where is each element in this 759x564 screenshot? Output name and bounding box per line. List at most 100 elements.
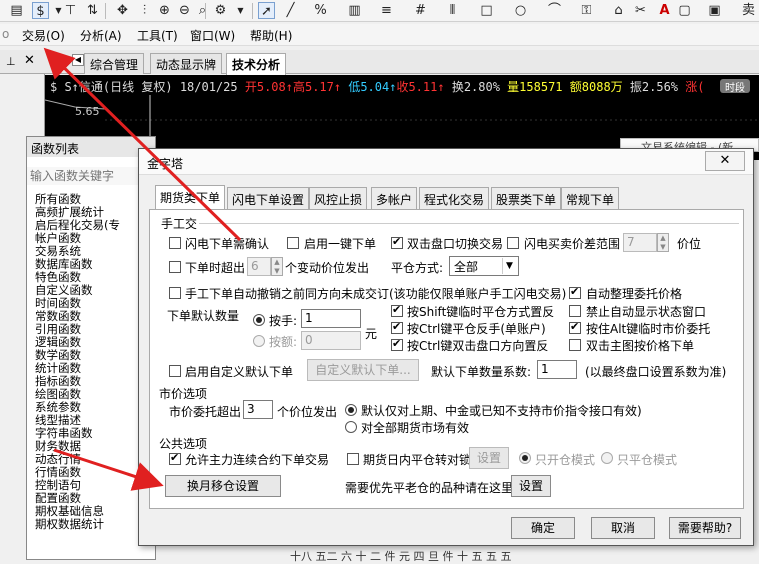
menu-window[interactable]: 窗口(W) [190, 27, 235, 44]
ctrl-dblclick-checkbox[interactable] [391, 337, 403, 351]
lightning-range-label: 闪电买卖价差范围 [524, 237, 621, 251]
by-hand-input[interactable]: 1 [301, 309, 361, 328]
zoom-in-icon[interactable]: ⊕ [156, 2, 173, 19]
help-button[interactable]: 需要帮助? [669, 517, 741, 539]
gantt-icon[interactable]: ≡ [378, 2, 395, 19]
home-icon[interactable]: ⌂ [610, 2, 627, 19]
timeout-checkbox[interactable] [169, 261, 181, 273]
auto-arrange-checkbox[interactable] [569, 285, 581, 299]
alt-market-checkbox[interactable] [569, 320, 581, 334]
sell-icon[interactable]: ▣ [706, 2, 723, 19]
vertical-lines-icon[interactable]: ⦀ [444, 2, 461, 19]
document-icon[interactable]: ▤ [8, 2, 25, 19]
market-recent-label: 默认仅对上期、中金或已知不支持市价指令接口有效) [361, 404, 642, 418]
menu-help[interactable]: 帮助(H) [250, 27, 292, 44]
close-mode-select[interactable]: 全部 ▼ [449, 256, 519, 276]
custom-default-checkbox[interactable] [169, 365, 181, 377]
ok-button[interactable]: 确定 [511, 517, 575, 539]
allow-main-checkbox[interactable] [169, 451, 181, 465]
custom-default-button[interactable]: 自定义默认下单... [307, 359, 419, 381]
lightning-range-input[interactable]: 7 [623, 233, 657, 252]
tab-overview[interactable]: 综合管理 [84, 53, 145, 74]
low-price: 低5.04↑ [348, 80, 397, 94]
frame-icon[interactable]: ▢ [676, 2, 693, 19]
zoom-out-icon[interactable]: ⊖ [176, 2, 193, 19]
market-exceed-input[interactable]: 3 [243, 400, 273, 419]
function-search-input[interactable] [27, 167, 155, 185]
grid-icon[interactable]: # [412, 2, 429, 19]
market-all-radio[interactable] [345, 421, 357, 433]
settings-icon[interactable]: ⚙ [212, 2, 229, 19]
rect-icon[interactable]: □ [478, 2, 495, 19]
open-mode-radio[interactable] [519, 452, 531, 464]
tab-scroll-left-icon[interactable]: ◀ [72, 54, 84, 66]
priority-setting-button[interactable]: 设置 [511, 475, 551, 497]
chart-mode-badge[interactable]: 时段 [720, 79, 750, 94]
menu-overflow[interactable]: o [2, 27, 9, 41]
close-panel-icon[interactable]: ✕ [24, 53, 35, 68]
menu-trade[interactable]: 交易(O) [22, 27, 65, 44]
circle-icon[interactable]: ○ [512, 2, 529, 19]
line-draw-icon[interactable]: ╱ [282, 2, 299, 19]
columns-icon[interactable]: ▥ [346, 2, 363, 19]
percent-icon[interactable]: % [312, 2, 329, 19]
timeout-input[interactable]: 6 [247, 257, 271, 276]
tab-multi-account[interactable]: 多帐户 [371, 187, 418, 209]
text-icon[interactable]: ⌒ [546, 2, 563, 19]
chevron-down-icon[interactable]: ▼ [232, 2, 249, 19]
dblclick-main-checkbox[interactable] [569, 339, 581, 351]
tab-program-trading[interactable]: 程式化交易 [419, 187, 490, 209]
shift-close-checkbox[interactable] [391, 303, 403, 317]
cursor-bar-icon[interactable]: ⫶ [136, 2, 153, 19]
lock-icon[interactable]: ⚿ [578, 2, 595, 19]
timeout-spinner[interactable]: ▲ ▼ [271, 257, 283, 276]
qty-factor-input[interactable]: 1 [537, 360, 577, 379]
menu-analysis[interactable]: 分析(A) [80, 27, 122, 44]
lightning-range-checkbox[interactable] [507, 237, 519, 249]
auto-cancel-checkbox[interactable] [169, 287, 181, 299]
amplitude: 振2.56% [629, 80, 679, 94]
no-status-window-checkbox[interactable] [569, 305, 581, 317]
market-all-label: 对全部期货市场有效 [361, 421, 470, 435]
timeout-suffix-label: 个变动价位发出 [285, 261, 370, 275]
close-mode-radio[interactable] [601, 452, 613, 464]
move-icon[interactable]: ✥ [114, 2, 131, 19]
lightning-range-spinner[interactable]: ▲ ▼ [657, 233, 669, 252]
filter-icon[interactable]: ⊤ [62, 2, 79, 19]
tab-futures-order[interactable]: 期货类下单 [155, 185, 226, 210]
by-hand-radio[interactable] [253, 314, 265, 326]
menu-tools[interactable]: 工具(T) [137, 27, 178, 44]
close-button[interactable]: ✕ [705, 151, 745, 171]
intraday-close-checkbox[interactable] [347, 453, 359, 465]
rollover-button[interactable]: 换月移仓设置 [165, 475, 281, 497]
one-key-checkbox[interactable] [287, 237, 299, 249]
function-list-panel: 函数列表 所有函数高频扩展统计启后程化交易(专帐户函数交易系统数据库函数特色函数… [26, 136, 156, 560]
refresh-icon[interactable]: ⇅ [84, 2, 101, 19]
dollar-icon[interactable]: $ [32, 2, 49, 19]
search-icon[interactable]: ⌕ [194, 2, 211, 19]
intraday-setting-button[interactable]: 设置 [469, 447, 509, 469]
market-recent-radio[interactable] [345, 404, 357, 416]
ctrl-reverse-checkbox[interactable] [391, 320, 403, 334]
dblclick-switch-checkbox[interactable] [391, 235, 403, 249]
sell-label[interactable]: 卖 [740, 2, 757, 19]
by-amount-radio[interactable] [253, 335, 265, 347]
tab-technical-analysis[interactable]: 技术分析 [226, 53, 287, 75]
amount: 额8088万 [569, 80, 623, 94]
tab-risk-stop[interactable]: 风控止损 [309, 187, 368, 209]
priority-note: 需要优先平老仓的品种请在这里 [345, 481, 514, 495]
tab-regular-order[interactable]: 常规下单 [561, 187, 620, 209]
lightning-confirm-checkbox[interactable] [169, 237, 181, 249]
by-amount-input[interactable]: 0 [301, 331, 361, 350]
tab-lightning-order[interactable]: 闪电下单设置 [227, 187, 310, 209]
pointer-icon[interactable]: ➚ [258, 2, 275, 19]
market-exceed-suffix: 个价位发出 [277, 405, 338, 419]
cancel-button[interactable]: 取消 [591, 517, 655, 539]
open-mode-label: 只开仓模式 [535, 453, 596, 467]
text-color-icon[interactable]: A [656, 2, 673, 19]
tab-stock-order[interactable]: 股票类下单 [491, 187, 562, 209]
pin-icon[interactable]: ⊥ [6, 55, 16, 68]
cut-icon[interactable]: ✂ [632, 2, 649, 19]
tab-dynamic-board[interactable]: 动态显示牌 [150, 53, 223, 74]
toolbar: ▤ $ ▼ ⊤ ⇅ ✥ ⫶ ⊕ ⊖ ⌕ ⚙ ▼ ➚ ╱ % ▥ ≡ # ⦀ □ … [0, 0, 759, 22]
